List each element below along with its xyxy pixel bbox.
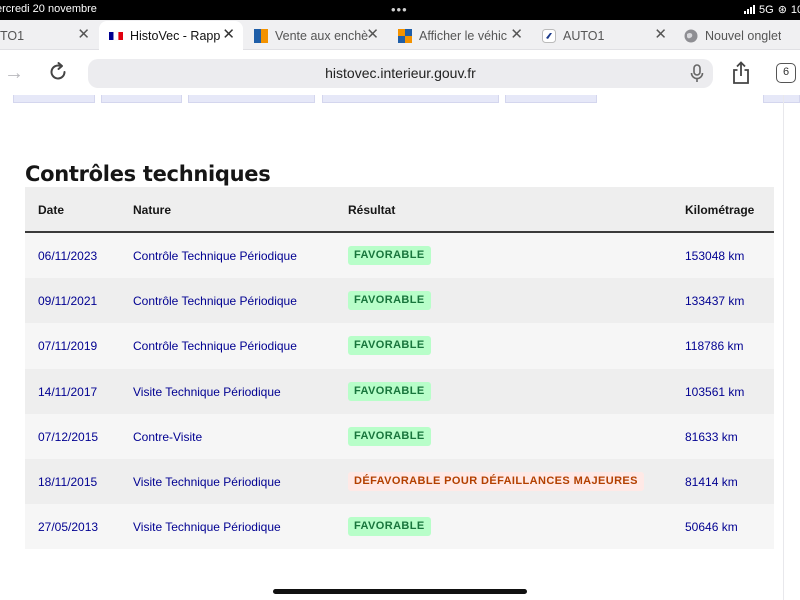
inspection-nature: Contrôle Technique Périodique [133, 249, 297, 263]
result-badge: FAVORABLE [348, 291, 431, 311]
tab-strip: TO1 ✕ HistoVec - Rapp ✕ Vente aux enchè … [0, 20, 800, 50]
table-body: 06/11/2023 Contrôle Technique Périodique F… [25, 233, 774, 550]
tab-auto1[interactable]: AUTO1 ✕ [532, 21, 675, 50]
tab-title: Nouvel onglet [705, 28, 782, 43]
inspection-date: 14/11/2017 [38, 384, 98, 399]
status-indicators: 5G ⊛ 10 [744, 3, 800, 16]
inspection-nature: Contrôle Technique Périodique [133, 294, 297, 309]
inspection-date: 07/11/2019 [38, 339, 98, 354]
inspection-mileage: 81633 km [685, 429, 738, 444]
tab-overview-button[interactable]: 6 [776, 63, 796, 83]
battery-percent: 10 [790, 3, 800, 16]
column-header-mileage[interactable]: Kilométrage [685, 203, 754, 217]
nav-tab-strip[interactable] [188, 95, 315, 103]
auction-site-icon [254, 28, 268, 43]
multitasking-dots-icon[interactable]: ••• [391, 2, 408, 17]
inspection-nature: Visite Technique Périodique [133, 384, 281, 399]
result-badge: FAVORABLE [348, 517, 431, 537]
orientation-lock-icon: ⊛ [777, 4, 787, 16]
tab-vente-encheres[interactable]: Vente aux enchè ✕ [244, 21, 387, 50]
inspection-date: 09/11/2021 [38, 294, 98, 309]
url-bar[interactable]: histovec.interieur.gouv.fr [88, 59, 713, 88]
inspection-date: 27/05/2013 [38, 520, 99, 535]
cellular-signal-icon [744, 5, 755, 14]
ipad-screen: ercredi 20 novembre ••• 5G ⊛ 10 TO1 ✕ Hi… [0, 0, 800, 600]
tab-title: Vente aux enchè [275, 28, 369, 43]
browser-toolbar: → histovec.interieur.gouv.fr 6 [0, 50, 800, 95]
result-badge: FAVORABLE [348, 381, 431, 401]
section-title: Contrôles techniques [25, 162, 271, 186]
french-flag-icon [109, 29, 123, 43]
inspection-nature: Contre-Visite [133, 429, 203, 444]
table-row: 09/11/2021 Contrôle Technique Périodique F… [25, 278, 774, 324]
web-page: Contrôles techniques Date Nature Résulta… [0, 95, 800, 600]
inspection-mileage: 103561 km [685, 384, 745, 399]
table-row: 18/11/2015 Visite Technique Périodique DÉF… [25, 458, 774, 505]
table-row: 07/12/2015 Contre-Visite FAVORABLE 81633 km [25, 413, 774, 459]
table-row: 07/11/2019 Contrôle Technique Périodique F… [25, 323, 774, 369]
globe-icon [684, 29, 698, 43]
table-row: 14/11/2017 Visite Technique Périodique FAV… [25, 368, 774, 414]
inspection-nature: Visite Technique Périodique [133, 520, 281, 535]
close-tab-icon[interactable]: ✕ [366, 27, 379, 42]
inspection-mileage: 153048 km [685, 249, 745, 263]
result-badge: DÉFAVORABLE POUR DÉFAILLANCES MAJEURES [348, 471, 644, 491]
tab-title: HistoVec - Rapp [130, 28, 221, 43]
close-tab-icon[interactable]: ✕ [222, 27, 235, 42]
url-text[interactable]: histovec.interieur.gouv.fr [88, 65, 713, 81]
table-row: 27/05/2013 Visite Technique Périodique FAV… [25, 504, 774, 550]
inspection-mileage: 118786 km [685, 339, 744, 354]
result-badge: FAVORABLE [348, 336, 431, 356]
auction-site-icon [398, 28, 412, 43]
tab-title: AUTO1 [563, 28, 605, 43]
nav-tab-strip[interactable] [101, 95, 182, 103]
tab-afficher-vehicule[interactable]: Afficher le véhic ✕ [388, 21, 531, 50]
tab-nouvel-onglet[interactable]: Nouvel onglet [676, 21, 800, 50]
microphone-icon[interactable] [689, 64, 705, 83]
tab-title: TO1 [0, 28, 25, 43]
network-type: 5G [759, 3, 774, 16]
tab-title: Afficher le véhic [419, 28, 508, 43]
close-tab-icon[interactable]: ✕ [77, 27, 90, 42]
inspection-mileage: 50646 km [685, 520, 738, 535]
close-tab-icon[interactable]: ✕ [654, 27, 667, 42]
tab-histovec[interactable]: HistoVec - Rapp ✕ [99, 21, 243, 50]
inspection-date: 07/12/2015 [38, 429, 99, 444]
result-badge: FAVORABLE [348, 246, 431, 265]
nav-tab-strip[interactable] [763, 95, 800, 103]
table-row: 06/11/2023 Contrôle Technique Périodique F… [25, 233, 774, 279]
technical-inspections-table: Date Nature Résultat Kilométrage 06/11/2… [25, 187, 774, 550]
column-header-date[interactable]: Date [38, 203, 64, 217]
auto1-icon [542, 28, 556, 43]
status-date: ercredi 20 novembre [0, 3, 97, 15]
column-header-nature[interactable]: Nature [133, 203, 171, 217]
nav-tab-strip[interactable] [505, 95, 597, 103]
share-icon[interactable] [731, 61, 751, 85]
inspection-mileage: 81414 km [685, 474, 738, 489]
inspection-date: 18/11/2015 [38, 474, 98, 489]
home-indicator[interactable] [273, 589, 527, 594]
nav-tab-strip[interactable] [13, 95, 95, 103]
inspection-mileage: 133437 km [685, 294, 745, 309]
inspection-date: 06/11/2023 [38, 249, 98, 263]
close-tab-icon[interactable]: ✕ [510, 27, 523, 42]
inspection-nature: Visite Technique Périodique [133, 474, 281, 489]
tab-auto1-partial[interactable]: TO1 ✕ [0, 21, 98, 50]
page-border [783, 95, 784, 600]
inspection-nature: Contrôle Technique Périodique [133, 339, 297, 354]
result-badge: FAVORABLE [348, 426, 431, 446]
column-header-result[interactable]: Résultat [348, 203, 395, 217]
nav-tab-strip[interactable] [322, 95, 499, 103]
table-header: Date Nature Résultat Kilométrage [25, 187, 774, 233]
reload-icon[interactable] [46, 60, 70, 84]
status-bar: ercredi 20 novembre ••• 5G ⊛ 10 [0, 0, 800, 20]
forward-arrow-icon[interactable]: → [4, 62, 24, 85]
